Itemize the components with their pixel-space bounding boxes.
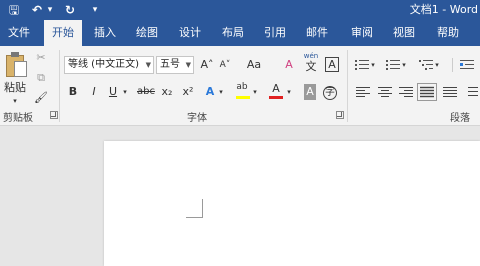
font-launcher-icon[interactable] (336, 111, 344, 119)
tab-draw[interactable]: 绘图 (128, 20, 166, 46)
crop-mark (202, 199, 203, 217)
distributed-icon[interactable] (443, 86, 457, 98)
redo-icon[interactable]: ↻ (63, 2, 77, 18)
font-name-value: 等线 (中文正文) (68, 59, 139, 70)
justify-icon[interactable] (417, 83, 437, 101)
font-group-label: 字体 (187, 113, 207, 124)
chevron-down-icon[interactable]: ▼ (186, 57, 191, 73)
copy-icon[interactable]: ⧉ (34, 70, 48, 86)
clear-formatting-button[interactable]: A (282, 57, 296, 73)
undo-dropdown-icon[interactable]: ▾ (45, 2, 55, 18)
ribbon: 粘贴 ▾ ✂ ⧉ 🖌 剪贴板 等线 (中文正文) ▼ 五号 ▼ A˄ A˅ Aa… (0, 46, 480, 126)
numbering-icon[interactable] (386, 59, 400, 71)
font-color-bar (269, 96, 283, 99)
highlight-color-bar (236, 96, 250, 99)
chevron-down-icon[interactable]: ▼ (146, 57, 151, 73)
character-shading-button[interactable]: A (302, 84, 318, 100)
bullets-dropdown-icon[interactable]: ▾ (369, 57, 377, 73)
text-effects-button[interactable]: A (203, 84, 217, 100)
tab-help[interactable]: 帮助 (428, 20, 468, 46)
clipboard-group-label: 剪贴板 (3, 113, 33, 124)
group-separator (347, 50, 348, 122)
title-bar: 🖫 ↶ ▾ ↻ ▾ 文档1 - Word (0, 0, 480, 20)
tab-view[interactable]: 视图 (385, 20, 423, 46)
character-border-button[interactable]: A (324, 57, 340, 73)
paragraph-group-label: 段落 (450, 113, 470, 124)
strikethrough-button[interactable]: abc (136, 84, 156, 100)
underline-dropdown-icon[interactable]: ▾ (121, 84, 129, 100)
shrink-font-button[interactable]: A˅ (217, 57, 233, 73)
character-shading-icon: A (304, 84, 316, 100)
tab-review[interactable]: 审阅 (343, 20, 381, 46)
line-spacing-icon[interactable] (464, 86, 478, 98)
font-size-combo[interactable]: 五号 ▼ (156, 56, 194, 74)
tab-mailings[interactable]: 邮件 (298, 20, 336, 46)
numbering-dropdown-icon[interactable]: ▾ (400, 57, 408, 73)
cut-icon[interactable]: ✂ (34, 50, 48, 66)
font-size-value: 五号 (160, 59, 180, 70)
italic-button[interactable]: I (88, 84, 100, 100)
ribbon-tabs: 文件 开始 插入 绘图 设计 布局 引用 邮件 审阅 视图 帮助 (0, 20, 480, 46)
tab-design[interactable]: 设计 (171, 20, 209, 46)
tab-home[interactable]: 开始 (44, 20, 82, 46)
tab-layout[interactable]: 布局 (214, 20, 252, 46)
bold-button[interactable]: B (67, 84, 79, 100)
superscript-button[interactable]: x² (180, 84, 196, 100)
customize-quick-access-icon[interactable]: ▾ (90, 2, 100, 18)
paste-icon[interactable] (6, 52, 28, 78)
text-effects-dropdown-icon[interactable]: ▾ (217, 84, 225, 100)
enclose-characters-button[interactable]: 字 (322, 84, 338, 100)
highlight-dropdown-icon[interactable]: ▾ (251, 84, 259, 100)
document-page[interactable] (104, 141, 480, 266)
font-color-dropdown-icon[interactable]: ▾ (285, 84, 293, 100)
divider (452, 58, 453, 72)
character-border-icon: A (325, 57, 339, 72)
tab-file[interactable]: 文件 (0, 20, 38, 46)
multilevel-list-icon[interactable] (419, 59, 433, 71)
font-name-combo[interactable]: 等线 (中文正文) ▼ (64, 56, 154, 74)
underline-button[interactable]: U (107, 84, 119, 100)
align-right-icon[interactable] (399, 86, 413, 98)
align-center-icon[interactable] (378, 86, 392, 98)
enclose-characters-icon: 字 (323, 86, 337, 100)
paste-dropdown-icon[interactable]: ▾ (10, 93, 20, 109)
highlight-button[interactable]: ab (234, 82, 250, 95)
save-icon[interactable]: 🖫 (6, 2, 22, 18)
crop-mark (186, 217, 203, 218)
phonetic-guide-button[interactable]: 文 (303, 61, 319, 73)
document-title: 文档1 - Word (409, 3, 478, 16)
tab-insert[interactable]: 插入 (86, 20, 124, 46)
align-left-icon[interactable] (356, 86, 370, 98)
decrease-indent-icon[interactable] (460, 59, 474, 71)
group-separator (59, 50, 60, 122)
tab-references[interactable]: 引用 (256, 20, 294, 46)
format-painter-icon[interactable]: 🖌 (34, 90, 48, 106)
highlight-icon: ab (236, 82, 248, 92)
clipboard-launcher-icon[interactable] (50, 111, 58, 119)
bullets-icon[interactable] (355, 59, 369, 71)
change-case-button[interactable]: Aa (242, 57, 266, 73)
document-area (0, 127, 480, 266)
multilevel-dropdown-icon[interactable]: ▾ (433, 57, 441, 73)
undo-icon[interactable]: ↶ (30, 2, 44, 18)
subscript-button[interactable]: x₂ (159, 84, 175, 100)
grow-font-button[interactable]: A˄ (199, 57, 215, 73)
font-color-button[interactable]: A (268, 82, 284, 95)
